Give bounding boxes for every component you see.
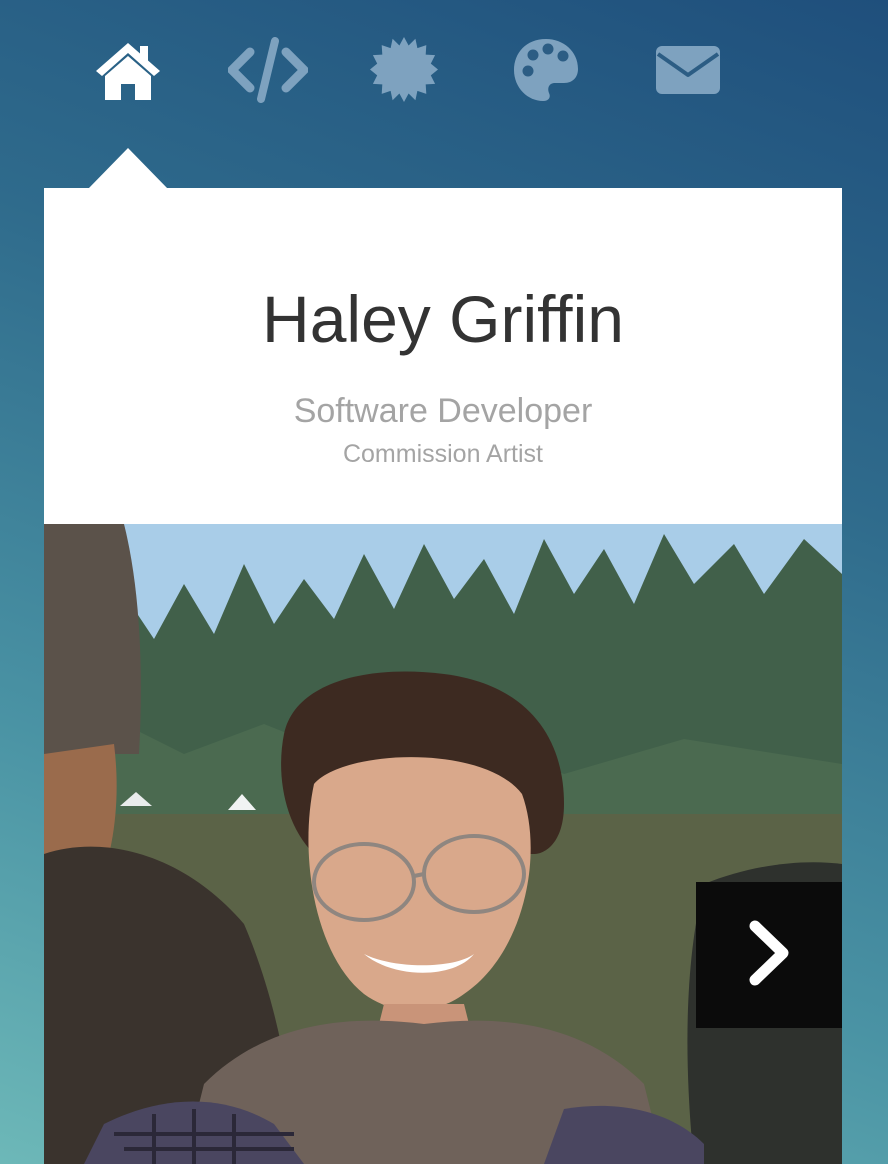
nav-contact[interactable]: [652, 34, 724, 106]
profile-title: Software Developer: [293, 392, 593, 430]
profile-subtitle: Commission Artist: [342, 440, 544, 468]
palette-icon: [512, 37, 580, 103]
profile-photo: [44, 524, 842, 1164]
nav-code[interactable]: [228, 34, 308, 106]
nav-art[interactable]: [510, 34, 582, 106]
nav-home[interactable]: [92, 34, 164, 106]
top-nav: [0, 0, 888, 140]
nav-badge[interactable]: [368, 34, 440, 106]
chevron-right-icon: [747, 920, 791, 991]
badge-icon: [370, 36, 438, 104]
code-icon: [228, 37, 308, 103]
profile-name: Haley Griffin: [262, 282, 624, 356]
envelope-icon: [655, 45, 721, 95]
carousel-next-button[interactable]: [696, 882, 842, 1028]
profile-card: Haley Griffin Software Developer Commiss…: [44, 188, 842, 524]
home-icon: [92, 40, 164, 100]
active-tab-pointer: [88, 148, 168, 189]
